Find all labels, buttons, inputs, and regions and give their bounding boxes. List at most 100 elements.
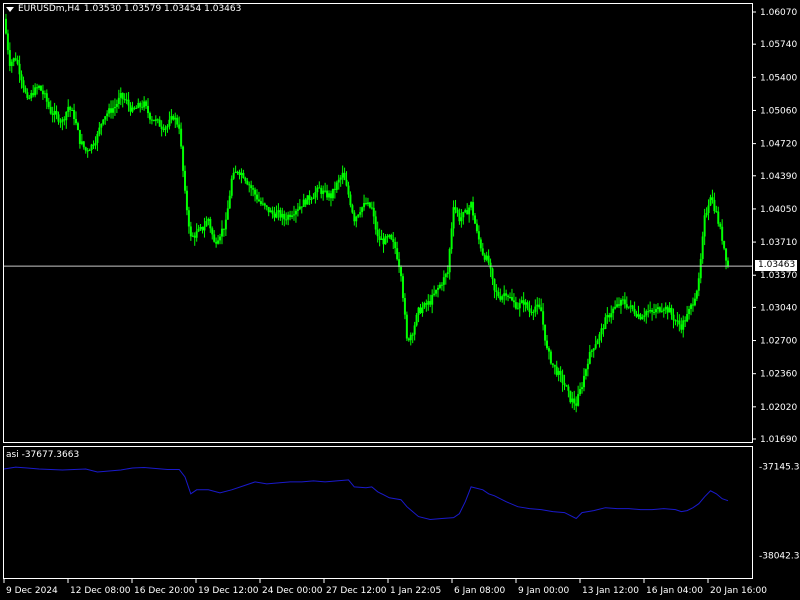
candle-body xyxy=(717,211,720,224)
candle-body xyxy=(641,316,644,320)
candle-body xyxy=(182,146,185,171)
candle-body xyxy=(619,299,622,306)
candle-body xyxy=(466,210,469,215)
symbol-label: EURUSDm,H4 xyxy=(18,4,80,14)
candle-body xyxy=(686,314,689,322)
candle-body xyxy=(283,213,286,220)
candle-body xyxy=(392,239,395,242)
candle-body xyxy=(193,235,196,238)
candle-body xyxy=(357,214,360,217)
trading-chart[interactable]: 1.06070 1.05740 1.05400 1.05060 1.04720 1.043… xyxy=(0,0,800,600)
candle-body xyxy=(682,320,685,330)
candle-body xyxy=(143,101,146,108)
candle-body xyxy=(294,210,297,215)
candle-body xyxy=(473,215,476,224)
candle-body xyxy=(647,311,650,313)
time-tick-label: 16 Dec 20:00 xyxy=(134,586,195,596)
candle-body xyxy=(322,190,325,194)
candle-body xyxy=(16,59,19,64)
candle-body xyxy=(273,213,276,218)
candle-body xyxy=(39,85,42,91)
candle-body xyxy=(549,351,552,364)
candle-body xyxy=(361,207,364,213)
candle-body xyxy=(240,172,243,176)
price-tick-label: 1.03370 xyxy=(760,271,797,281)
candle-body xyxy=(582,375,585,388)
candle-body xyxy=(522,300,525,305)
candle-body xyxy=(47,101,50,107)
candle-body xyxy=(4,18,7,34)
candle-body xyxy=(372,207,375,217)
candle-body xyxy=(292,214,295,216)
candle-body xyxy=(30,93,33,99)
candle-body xyxy=(275,212,278,218)
candle-body xyxy=(382,238,385,245)
chart-header: EURUSDm,H4 1.03530 1.03579 1.03454 1.034… xyxy=(6,4,241,14)
candle-body xyxy=(378,236,381,240)
candle-body xyxy=(705,212,708,216)
candle-body xyxy=(98,127,101,134)
candle-body xyxy=(65,111,68,121)
candle-body xyxy=(104,116,107,120)
candle-body xyxy=(693,298,696,306)
candle-body xyxy=(546,340,548,349)
candle-body xyxy=(577,394,580,406)
ohlc-values: 1.03530 1.03579 1.03454 1.03463 xyxy=(83,4,242,14)
candle-body xyxy=(129,105,132,112)
candle-body xyxy=(421,307,424,314)
candle-body xyxy=(365,203,367,205)
candle-body xyxy=(22,80,25,88)
candle-body xyxy=(279,210,282,218)
candle-body xyxy=(232,172,235,179)
candle-body xyxy=(246,180,249,185)
candle-body xyxy=(312,197,315,199)
candle-body xyxy=(485,255,488,260)
time-tick-label: 24 Dec 00:00 xyxy=(262,586,323,596)
candle-body xyxy=(162,128,165,130)
candle-body xyxy=(355,216,358,222)
candle-body xyxy=(285,219,288,221)
candle-body xyxy=(557,370,560,375)
current-price-tag: 1.03463 xyxy=(755,260,797,272)
candle-body xyxy=(616,304,619,307)
candle-body xyxy=(403,298,406,315)
time-tick-label: 16 Jan 04:00 xyxy=(646,586,703,596)
candle-body xyxy=(524,302,527,305)
candle-body xyxy=(581,387,584,390)
candle-body xyxy=(222,228,225,230)
candle-body xyxy=(571,398,574,403)
candle-body xyxy=(419,307,422,314)
candle-body xyxy=(374,216,377,230)
candle-body xyxy=(470,202,473,208)
candle-body xyxy=(594,344,597,349)
candle-body xyxy=(226,208,229,220)
candle-body xyxy=(409,334,412,341)
candle-body xyxy=(518,302,521,309)
price-tick-label: 1.04050 xyxy=(760,205,797,215)
candle-body xyxy=(67,106,70,112)
candle-body xyxy=(69,106,72,111)
dropdown-triangle-icon[interactable] xyxy=(6,6,14,12)
candle-body xyxy=(238,171,241,176)
candle-body xyxy=(501,296,504,300)
candle-body xyxy=(201,227,204,231)
candle-body xyxy=(481,248,484,255)
candle-body xyxy=(499,296,502,300)
candle-body xyxy=(100,123,103,128)
candle-body xyxy=(187,210,190,227)
price-tick-label: 1.04390 xyxy=(760,172,797,182)
candle-body xyxy=(331,188,334,199)
candle-body xyxy=(695,290,698,299)
candle-body xyxy=(166,126,169,128)
candle-body xyxy=(53,111,56,115)
candle-body xyxy=(458,212,461,222)
candle-body xyxy=(347,185,350,195)
candle-body xyxy=(475,223,478,232)
candle-body xyxy=(427,301,430,305)
candle-body xyxy=(386,236,389,238)
candle-body xyxy=(45,93,48,102)
candle-body xyxy=(94,142,97,146)
time-tick-label: 1 Jan 22:05 xyxy=(390,586,441,596)
candle-body xyxy=(113,106,116,109)
candle-body xyxy=(359,212,362,215)
